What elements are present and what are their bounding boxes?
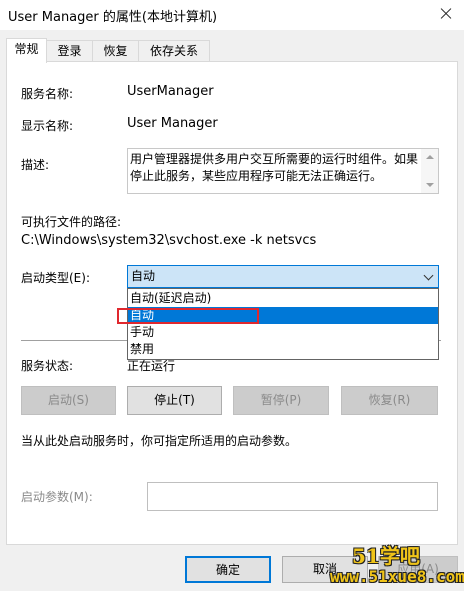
start-button[interactable]: 启动(S): [21, 386, 116, 415]
resume-button[interactable]: 恢复(R): [341, 386, 438, 415]
tab-label: 恢复: [103, 44, 128, 58]
startup-option-delayed[interactable]: 自动(延迟启动): [128, 290, 438, 307]
params-label: 启动参数(M):: [21, 490, 93, 504]
exe-path-label: 可执行文件的路径:: [21, 215, 122, 229]
description-scrollbar[interactable]: [421, 149, 438, 193]
watermark-text: 51学吧: [352, 544, 420, 568]
chevron-down-icon[interactable]: [423, 270, 434, 281]
service-status-label: 服务状态:: [21, 359, 74, 373]
scroll-down-icon[interactable]: [426, 183, 434, 187]
scroll-up-icon[interactable]: [426, 155, 434, 159]
tab-label: 登录: [57, 44, 82, 58]
window-title: User Manager 的属性(本地计算机): [8, 10, 218, 25]
stop-button[interactable]: 停止(T): [127, 386, 222, 415]
description-label: 描述:: [21, 158, 50, 172]
display-name-label: 显示名称:: [21, 119, 74, 133]
tab-dependencies[interactable]: 依存关系: [138, 40, 210, 62]
startup-option-disabled[interactable]: 禁用: [128, 341, 438, 358]
display-name-value: User Manager: [127, 116, 218, 131]
startup-type-label: 启动类型(E):: [21, 271, 90, 285]
service-name-value: UserManager: [127, 84, 214, 99]
watermark-url: www.51xue8.com: [330, 567, 464, 586]
startup-option-manual[interactable]: 手动: [128, 324, 438, 341]
description-textbox[interactable]: 用户管理器提供多用户交互所需要的运行时组件。如果停止此服务，某些应用程序可能无法…: [127, 148, 439, 194]
exe-path-value: C:\Windows\system32\svchost.exe -k netsv…: [21, 233, 317, 248]
service-name-label: 服务名称:: [21, 87, 74, 101]
tab-label: 常规: [14, 42, 39, 56]
pause-button[interactable]: 暂停(P): [233, 386, 329, 415]
description-text: 用户管理器提供多用户交互所需要的运行时组件。如果停止此服务，某些应用程序可能无法…: [130, 152, 419, 183]
highlight-box: [117, 308, 259, 324]
startup-type-combobox[interactable]: 自动: [127, 265, 439, 288]
startup-type-dropdown: 自动(延迟启动) 自动 手动 禁用: [127, 288, 439, 360]
tab-general[interactable]: 常规: [6, 38, 47, 63]
general-panel: 服务名称: UserManager 显示名称: User Manager 描述:…: [6, 61, 458, 545]
title-bar: User Manager 的属性(本地计算机): [0, 0, 464, 30]
tab-label: 依存关系: [149, 44, 198, 58]
tab-logon[interactable]: 登录: [46, 40, 93, 62]
startup-type-value: 自动: [131, 269, 156, 283]
params-hint: 当从此处启动服务时，你可指定所适用的启动参数。: [21, 434, 298, 448]
watermark-logo: 51学吧 www.51xue8.com: [330, 540, 464, 591]
close-icon[interactable]: [434, 3, 458, 25]
ok-button[interactable]: 确定: [185, 556, 271, 583]
tab-recovery[interactable]: 恢复: [92, 40, 139, 62]
params-input[interactable]: [147, 482, 438, 511]
